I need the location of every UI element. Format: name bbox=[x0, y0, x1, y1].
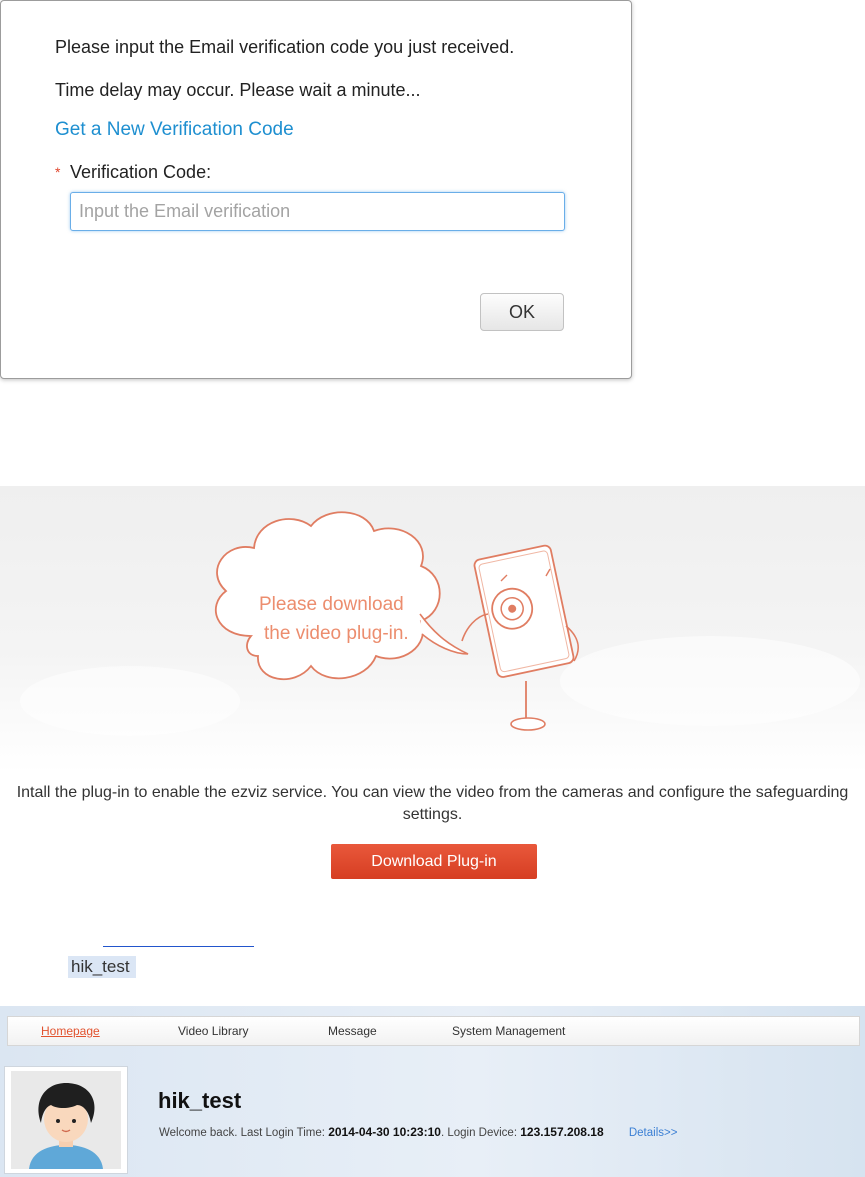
user-avatar-icon bbox=[11, 1071, 121, 1169]
plugin-description: Intall the plug-in to enable the ezviz s… bbox=[16, 784, 849, 823]
delay-notice-text: Time delay may occur. Please wait a minu… bbox=[55, 80, 421, 100]
last-login-time: 2014-04-30 10:23:10 bbox=[328, 1125, 441, 1139]
details-link[interactable]: Details>> bbox=[629, 1127, 678, 1139]
get-new-code-link[interactable]: Get a New Verification Code bbox=[55, 119, 294, 141]
verification-code-input[interactable] bbox=[70, 192, 565, 231]
selected-username-text: hik_test bbox=[68, 956, 136, 978]
nav-message[interactable]: Message bbox=[328, 1024, 377, 1038]
username-heading: hik_test bbox=[158, 1088, 242, 1113]
download-plugin-button[interactable]: Download Plug-in bbox=[331, 844, 537, 879]
avatar bbox=[11, 1071, 121, 1169]
nav-system-management[interactable]: System Management bbox=[452, 1024, 565, 1038]
avatar-frame bbox=[4, 1066, 128, 1174]
login-device: 123.157.208.18 bbox=[520, 1125, 604, 1139]
link-underline bbox=[103, 946, 254, 947]
user-home-panel: Homepage Video Library Message System Ma… bbox=[0, 1006, 865, 1177]
nav-homepage[interactable]: Homepage bbox=[41, 1024, 100, 1038]
ok-button[interactable]: OK bbox=[480, 293, 564, 331]
plugin-download-panel: Please download the video plug-in. Intal… bbox=[0, 486, 865, 896]
cloud-message: Please download the video plug-in. bbox=[259, 594, 409, 644]
email-verification-dialog: Please input the Email verification code… bbox=[0, 0, 632, 379]
login-info: Welcome back. Last Login Time: 2014-04-3… bbox=[159, 1125, 678, 1139]
nav-video-library[interactable]: Video Library bbox=[178, 1024, 249, 1038]
required-marker: * bbox=[55, 164, 61, 180]
main-nav-bar: Homepage Video Library Message System Ma… bbox=[7, 1016, 860, 1046]
verification-code-label: Verification Code: bbox=[70, 162, 212, 182]
instruction-text: Please input the Email verification code… bbox=[55, 37, 515, 57]
